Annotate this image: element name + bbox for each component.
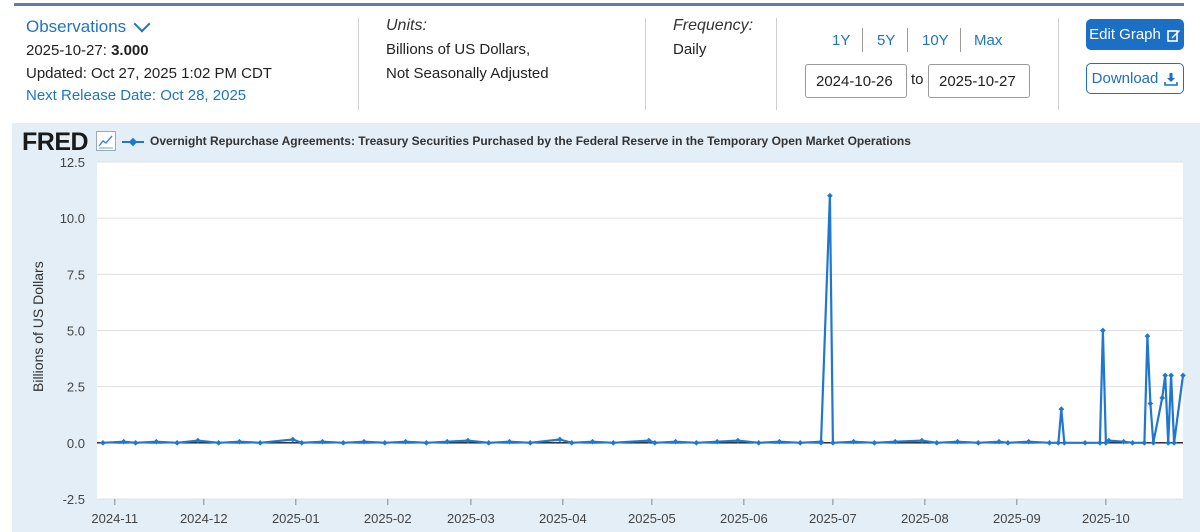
y-tick-label: 10.0 — [60, 211, 85, 226]
x-tick-label: 2025-01 — [272, 511, 320, 526]
x-tick-label: 2025-02 — [364, 511, 412, 526]
x-tick-label: 2025-10 — [1082, 511, 1130, 526]
y-tick-label: -2.5 — [63, 492, 85, 507]
x-tick-label: 2024-11 — [91, 511, 138, 526]
x-tick-label: 2025-09 — [993, 511, 1041, 526]
x-tick-label: 2025-05 — [628, 511, 676, 526]
x-tick-label: 2024-12 — [180, 511, 228, 526]
x-tick-label: 2025-03 — [447, 511, 495, 526]
y-tick-label: 12.5 — [60, 155, 85, 170]
y-tick-label: 7.5 — [67, 267, 85, 282]
x-tick-label: 2025-06 — [720, 511, 768, 526]
x-tick-label: 2025-04 — [539, 511, 587, 526]
y-tick-label: 5.0 — [67, 324, 85, 339]
x-tick-label: 2025-08 — [901, 511, 949, 526]
line-chart: 12.5 10.0 7.5 5.0 2.5 0.0 -2.5 2024-11 2024-12 20… — [60, 155, 1186, 526]
x-tick-label: 2025-07 — [809, 511, 857, 526]
y-tick-label: 2.5 — [67, 380, 85, 395]
y-tick-label: 0.0 — [67, 436, 85, 451]
